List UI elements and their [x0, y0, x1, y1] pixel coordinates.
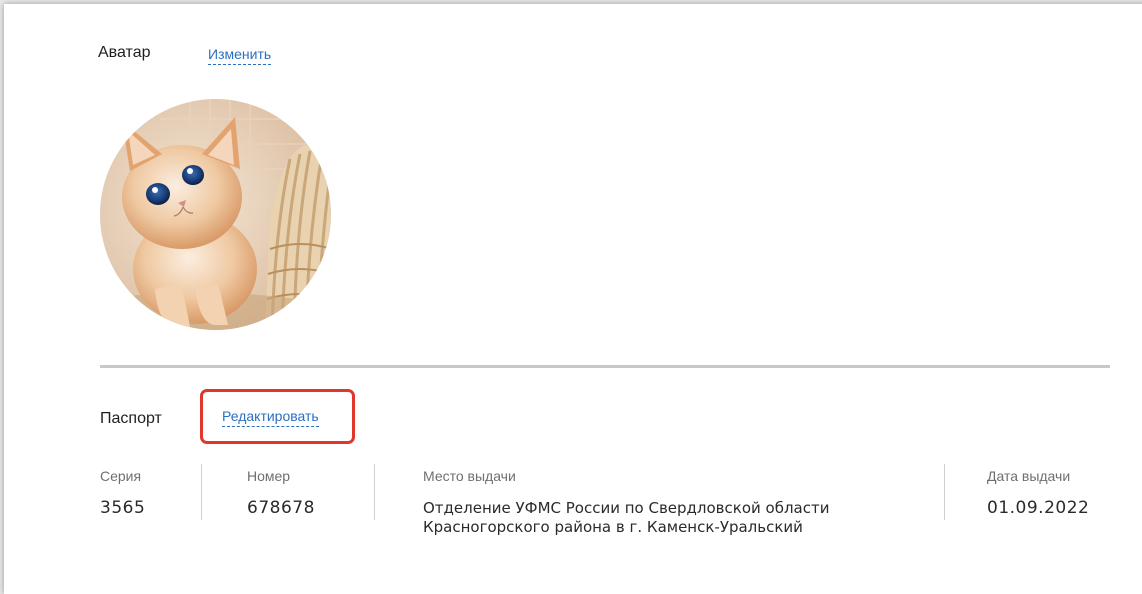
- place-label: Место выдачи: [423, 468, 516, 484]
- date-value: 01.09.2022: [987, 498, 1090, 518]
- avatar: [100, 99, 331, 330]
- section-divider: [100, 365, 1110, 368]
- series-value: 3565: [100, 498, 146, 518]
- number-value: 678678: [247, 498, 315, 518]
- number-label: Номер: [247, 468, 291, 484]
- column-separator: [201, 464, 202, 520]
- change-avatar-link[interactable]: Изменить: [208, 46, 272, 65]
- series-label: Серия: [100, 468, 142, 484]
- kitten-avatar-image: [100, 99, 331, 330]
- passport-section-title: Паспорт: [100, 410, 162, 427]
- avatar-section-title: Аватар: [98, 44, 151, 61]
- column-separator: [944, 464, 945, 520]
- edit-link-highlight: [200, 389, 355, 444]
- column-separator: [374, 464, 375, 520]
- date-label: Дата выдачи: [987, 468, 1071, 484]
- place-value: Отделение УФМС России по Свердловской об…: [423, 499, 830, 536]
- profile-panel: Аватар Изменить Паспорт Редактировать Се…: [4, 4, 1142, 594]
